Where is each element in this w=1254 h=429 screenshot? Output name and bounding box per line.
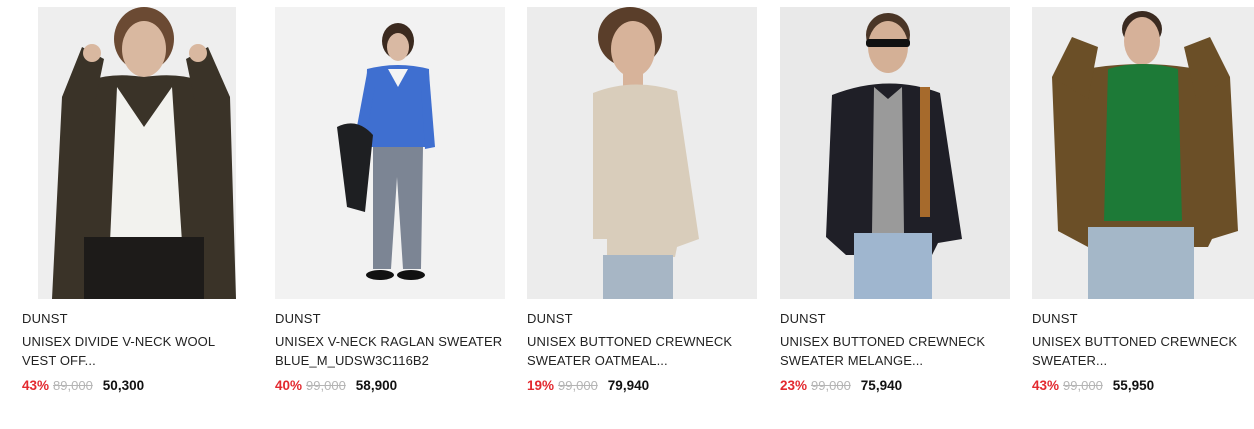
discount-rate: 43% [22, 378, 50, 393]
sale-price: 55,950 [1112, 378, 1155, 393]
product-image[interactable] [780, 7, 1010, 299]
discount-rate: 19% [527, 378, 555, 393]
product-brand: DUNST [275, 311, 321, 326]
sale-price: 75,940 [860, 378, 903, 393]
discount-rate: 40% [275, 378, 303, 393]
original-price: 99,000 [558, 378, 598, 393]
product-card[interactable]: DUNST UNISEX BUTTONED CREWNECK SWEATER O… [527, 7, 757, 396]
product-card[interactable]: DUNST UNISEX V-NECK RAGLAN SWEATER BLUE_… [275, 7, 505, 396]
price-row: 43% 99,000 55,950 [1032, 378, 1254, 396]
sale-price: 58,900 [355, 378, 398, 393]
price-row: 43% 89,000 50,300 [22, 378, 252, 396]
sale-price: 79,940 [607, 378, 650, 393]
original-price: 99,000 [811, 378, 851, 393]
product-image[interactable] [22, 7, 252, 299]
product-image[interactable] [275, 7, 505, 299]
product-grid: DUNST UNISEX DIVIDE V-NECK WOOL VEST OFF… [0, 0, 1254, 429]
product-name[interactable]: UNISEX BUTTONED CREWNECK SWEATER OATMEAL… [527, 332, 757, 370]
product-card[interactable]: DUNST UNISEX BUTTONED CREWNECK SWEATER M… [780, 7, 1010, 396]
product-image[interactable] [527, 7, 757, 299]
product-name[interactable]: UNISEX DIVIDE V-NECK WOOL VEST OFF... [22, 332, 252, 370]
product-card[interactable]: DUNST UNISEX BUTTONED CREWNECK SWEATER..… [1032, 7, 1254, 396]
product-name[interactable]: UNISEX BUTTONED CREWNECK SWEATER... [1032, 332, 1254, 370]
product-brand: DUNST [527, 311, 573, 326]
price-row: 40% 99,000 58,900 [275, 378, 505, 396]
original-price: 89,000 [53, 378, 93, 393]
original-price: 99,000 [1063, 378, 1103, 393]
product-name[interactable]: UNISEX BUTTONED CREWNECK SWEATER MELANGE… [780, 332, 1010, 370]
sale-price: 50,300 [102, 378, 145, 393]
product-brand: DUNST [780, 311, 826, 326]
product-brand: DUNST [1032, 311, 1078, 326]
product-name[interactable]: UNISEX V-NECK RAGLAN SWEATER BLUE_M_UDSW… [275, 332, 505, 370]
price-row: 19% 99,000 79,940 [527, 378, 757, 396]
product-brand: DUNST [22, 311, 68, 326]
discount-rate: 23% [780, 378, 808, 393]
discount-rate: 43% [1032, 378, 1060, 393]
product-image[interactable] [1032, 7, 1254, 299]
product-card[interactable]: DUNST UNISEX DIVIDE V-NECK WOOL VEST OFF… [22, 7, 252, 396]
price-row: 23% 99,000 75,940 [780, 378, 1010, 396]
original-price: 99,000 [306, 378, 346, 393]
